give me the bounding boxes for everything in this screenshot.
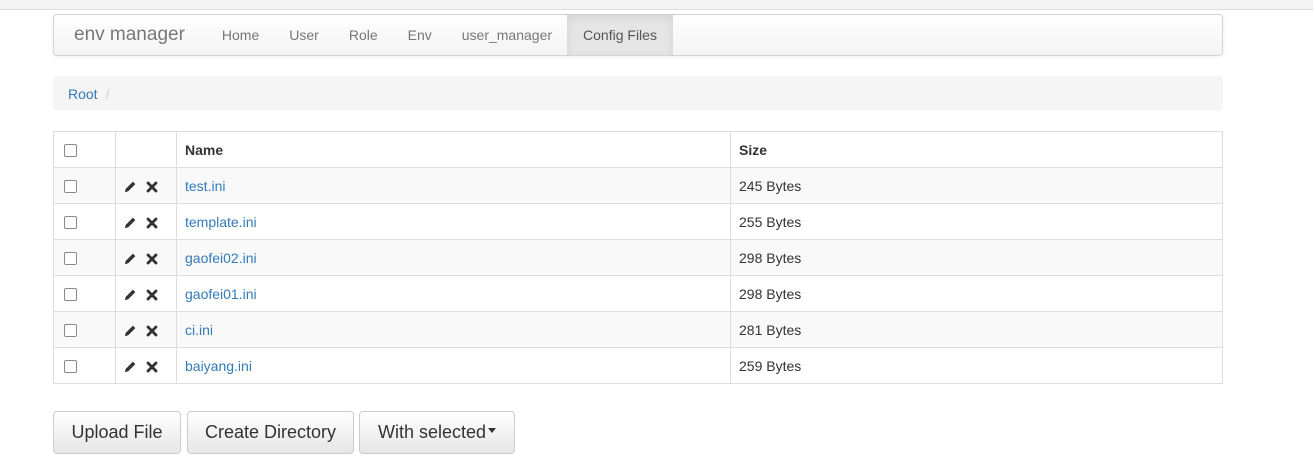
row-checkbox-cell: [53, 167, 116, 204]
row-actions-cell: [115, 311, 177, 348]
times-icon[interactable]: [146, 217, 158, 229]
pencil-icon[interactable]: [124, 324, 137, 337]
caret-down-icon: [488, 428, 497, 433]
row-checkbox-cell: [53, 275, 116, 312]
row-actions-cell: [115, 275, 177, 312]
file-table: Name Size test.ini 245 Bytes template.in…: [53, 131, 1223, 384]
create-directory-button[interactable]: Create Directory: [187, 411, 354, 454]
pencil-icon[interactable]: [124, 180, 137, 193]
times-icon[interactable]: [146, 289, 158, 301]
row-name-cell: template.ini: [176, 203, 731, 240]
nav-item-config-files[interactable]: Config Files: [567, 15, 673, 55]
breadcrumb-root-link[interactable]: Root: [68, 86, 98, 102]
table-row: ci.ini 281 Bytes: [53, 311, 1223, 348]
row-size-cell: 298 Bytes: [730, 239, 1223, 276]
navbar-brand[interactable]: env manager: [54, 15, 207, 55]
row-checkbox-cell: [53, 203, 116, 240]
row-checkbox[interactable]: [64, 252, 77, 266]
pencil-icon[interactable]: [124, 288, 137, 301]
upload-file-button[interactable]: Upload File: [53, 411, 181, 454]
table-row: gaofei02.ini 298 Bytes: [53, 239, 1223, 276]
row-checkbox[interactable]: [64, 216, 77, 230]
row-checkbox-cell: [53, 311, 116, 348]
times-icon[interactable]: [146, 253, 158, 265]
table-row: gaofei01.ini 298 Bytes: [53, 275, 1223, 312]
row-checkbox[interactable]: [64, 360, 77, 374]
file-name-link[interactable]: gaofei02.ini: [185, 250, 257, 266]
pencil-icon[interactable]: [124, 216, 137, 229]
nav-item-home[interactable]: Home: [207, 15, 274, 55]
times-icon[interactable]: [146, 181, 158, 193]
size-header: Size: [730, 131, 1223, 168]
row-name-cell: gaofei01.ini: [176, 275, 731, 312]
row-checkbox[interactable]: [64, 180, 77, 194]
upload-file-label: Upload File: [71, 422, 163, 442]
row-actions-cell: [115, 167, 177, 204]
table-row: template.ini 255 Bytes: [53, 203, 1223, 240]
table-header-row: Name Size: [53, 131, 1223, 168]
row-size-cell: 255 Bytes: [730, 203, 1223, 240]
nav-item-role[interactable]: Role: [334, 15, 393, 55]
row-checkbox[interactable]: [64, 324, 77, 338]
with-selected-button[interactable]: With selected: [359, 411, 515, 454]
breadcrumb-separator: /: [105, 85, 110, 102]
with-selected-label: With selected: [377, 422, 487, 442]
row-actions-cell: [115, 347, 177, 384]
row-actions-cell: [115, 203, 177, 240]
row-name-cell: baiyang.ini: [176, 347, 731, 384]
file-name-link[interactable]: test.ini: [185, 178, 225, 194]
times-icon[interactable]: [146, 325, 158, 337]
browser-top-edge: [0, 0, 1313, 10]
row-size-cell: 298 Bytes: [730, 275, 1223, 312]
file-name-link[interactable]: baiyang.ini: [185, 358, 252, 374]
nav-item-env[interactable]: Env: [393, 15, 447, 55]
row-checkbox-cell: [53, 347, 116, 384]
name-header: Name: [176, 131, 731, 168]
row-checkbox-cell: [53, 239, 116, 276]
row-size-cell: 259 Bytes: [730, 347, 1223, 384]
file-name-link[interactable]: template.ini: [185, 214, 257, 230]
row-name-cell: test.ini: [176, 167, 731, 204]
actions-header: [115, 131, 177, 168]
pencil-icon[interactable]: [124, 360, 137, 373]
file-name-link[interactable]: ci.ini: [185, 322, 213, 338]
row-size-cell: 281 Bytes: [730, 311, 1223, 348]
table-row: baiyang.ini 259 Bytes: [53, 347, 1223, 384]
select-all-checkbox[interactable]: [64, 144, 77, 158]
nav-item-user-manager[interactable]: user_manager: [447, 15, 567, 55]
row-name-cell: ci.ini: [176, 311, 731, 348]
table-row: test.ini 245 Bytes: [53, 167, 1223, 204]
row-checkbox[interactable]: [64, 288, 77, 302]
row-size-cell: 245 Bytes: [730, 167, 1223, 204]
select-all-cell: [53, 131, 116, 168]
row-name-cell: gaofei02.ini: [176, 239, 731, 276]
times-icon[interactable]: [146, 361, 158, 373]
breadcrumb: Root /: [53, 76, 1223, 111]
nav-item-user[interactable]: User: [274, 15, 334, 55]
row-actions-cell: [115, 239, 177, 276]
pencil-icon[interactable]: [124, 252, 137, 265]
top-navbar: env manager Home User Role Env user_mana…: [53, 14, 1223, 56]
file-name-link[interactable]: gaofei01.ini: [185, 286, 257, 302]
create-directory-label: Create Directory: [204, 422, 337, 442]
